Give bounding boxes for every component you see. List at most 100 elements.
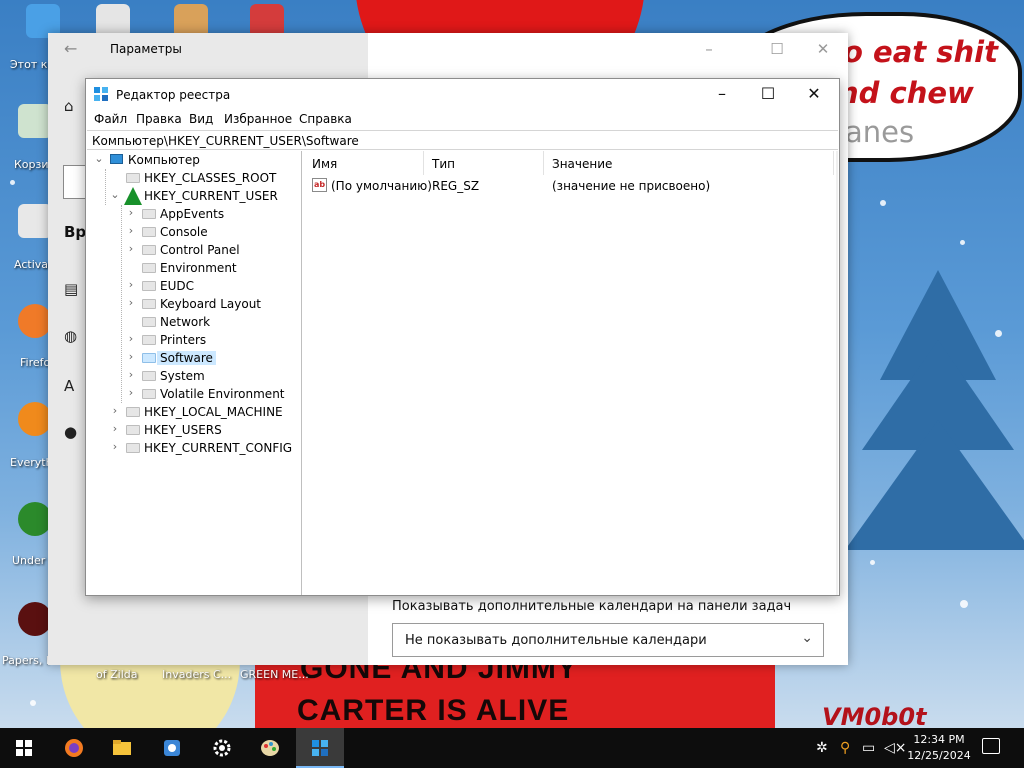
system-clock[interactable]: 12:34 PM 12/25/2024 [906,732,972,764]
desktop-icon-label[interactable]: Activa [14,258,48,271]
dropdown-selected-value: Не показывать дополнительные календари [405,633,707,648]
chevron-right-icon[interactable]: › [125,242,137,255]
tree-node-system[interactable]: › System [87,367,301,385]
chevron-right-icon[interactable]: › [125,224,137,237]
column-header-label: Значение [552,157,613,171]
maximize-button[interactable]: ☐ [754,37,800,61]
tree-node-hkey-current-user[interactable]: ⌄ HKEY_CURRENT_USER [87,187,301,205]
tree-node-hkey-current-config[interactable]: › HKEY_CURRENT_CONFIG [87,439,301,457]
chevron-right-icon[interactable]: › [109,422,121,435]
column-header-label: Имя [312,157,338,171]
language-icon[interactable]: A [64,377,74,395]
address-bar[interactable]: Компьютер\HKEY_CURRENT_USER\Software [87,130,838,150]
tree-node-keyboard-layout[interactable]: › Keyboard Layout [87,295,301,313]
taskbar-app[interactable] [148,728,196,768]
desktop-icon-label[interactable]: Everyth [10,456,53,469]
regedit-menubar: Файл Правка Вид Избранное Справка [86,109,839,129]
folder-icon [126,425,140,435]
tree-label: EUDC [160,279,194,293]
tree-node-eudc[interactable]: › EUDC [87,277,301,295]
desktop-icon-label[interactable]: Papers, P [2,654,53,667]
start-button[interactable] [0,728,48,768]
paint-icon [261,740,279,756]
search-icon[interactable]: ⚲ [840,740,850,756]
address-path: Компьютер\HKEY_CURRENT_USER\Software [92,134,359,148]
folder-icon [126,407,140,417]
taskbar-settings[interactable] [198,728,246,768]
taskbar-regedit[interactable] [296,728,344,768]
tree-node-environment[interactable]: Environment [87,259,301,277]
tree-node-hkey-classes-root[interactable]: HKEY_CLASSES_ROOT [87,169,301,187]
tree-node-control-panel[interactable]: › Control Panel [87,241,301,259]
chevron-right-icon[interactable]: › [125,332,137,345]
close-button[interactable]: ✕ [791,79,837,109]
chevron-right-icon[interactable]: › [125,206,137,219]
chevron-right-icon[interactable]: › [125,368,137,381]
folder-icon [142,209,156,219]
registry-value-row[interactable]: ab (По умолчанию) REG_SZ (значение не пр… [304,177,838,195]
additional-calendars-label: Показывать дополнительные календари на п… [392,599,792,614]
taskbar-paint[interactable] [246,728,294,768]
notifications-icon[interactable] [982,738,1000,754]
tree-node-software[interactable]: › Software [87,349,301,367]
tree-node-computer[interactable]: ⌄ Компьютер [87,151,301,169]
menu-favorites[interactable]: Избранное [224,112,292,126]
menu-view[interactable]: Вид [189,112,213,126]
string-value-icon: ab [312,178,327,192]
globe-icon[interactable]: ◍ [64,327,77,345]
folder-icon [142,299,156,309]
menu-help[interactable]: Справка [299,112,352,126]
chevron-down-icon[interactable]: ⌄ [93,152,105,165]
network-icon[interactable]: ▭ [862,740,875,756]
column-header-type[interactable]: Тип [424,151,544,175]
chevron-right-icon[interactable]: › [109,440,121,453]
taskbar: ✲ ⚲ ▭ ◁× 12:34 PM 12/25/2024 [0,728,1024,768]
tree-label: Компьютер [128,153,200,167]
registry-editor-window: Редактор реестра – ☐ ✕ Файл Правка Вид И… [85,78,840,596]
tree-label: Volatile Environment [160,387,285,401]
regedit-title: Редактор реестра [116,88,231,102]
calendar-icon[interactable]: ▤ [64,280,78,298]
home-icon[interactable]: ⌂ [64,97,74,115]
chevron-right-icon[interactable]: › [125,278,137,291]
tree-node-hkey-users[interactable]: › HKEY_USERS [87,421,301,439]
value-data: (значение не присвоено) [552,179,711,193]
column-header-value[interactable]: Значение [544,151,834,175]
tree-node-hkey-local-machine[interactable]: › HKEY_LOCAL_MACHINE [87,403,301,421]
minimize-button[interactable]: – [686,37,732,61]
menu-file[interactable]: Файл [94,112,127,126]
chevron-down-icon[interactable]: ⌄ [109,188,121,201]
value-name: (По умолчанию) [331,179,432,193]
chevron-right-icon[interactable]: › [125,296,137,309]
desktop-icon-label[interactable]: of Zilda [96,668,137,681]
microphone-icon[interactable]: ● [64,423,77,441]
vertical-scrollbar[interactable] [836,151,838,595]
tray-app-icon[interactable]: ✲ [816,740,828,756]
tree-node-volatile-environment[interactable]: › Volatile Environment [87,385,301,403]
chevron-right-icon[interactable]: › [109,404,121,417]
chevron-right-icon[interactable]: › [125,350,137,363]
folder-icon [142,263,156,273]
tree-node-printers[interactable]: › Printers [87,331,301,349]
desktop-icon-label[interactable]: GREEN ME... [240,668,309,681]
close-button[interactable]: ✕ [800,37,846,61]
tree-node-network[interactable]: Network [87,313,301,331]
desktop-icon-label[interactable]: Invaders C... [162,668,231,681]
minimize-button[interactable]: – [699,79,745,109]
maximize-button[interactable]: ☐ [745,79,791,109]
column-header-name[interactable]: Имя [304,151,424,175]
menu-edit[interactable]: Правка [136,112,182,126]
tree-node-console[interactable]: › Console [87,223,301,241]
additional-calendars-dropdown[interactable]: Не показывать дополнительные календари ⌄ [392,623,824,657]
tree-label: Keyboard Layout [160,297,262,311]
desktop-icon-label[interactable]: Under [12,554,45,567]
back-arrow-icon[interactable]: ← [64,39,77,58]
chevron-right-icon[interactable]: › [125,386,137,399]
volume-muted-icon[interactable]: ◁× [884,740,907,756]
tree-label: HKEY_CLASSES_ROOT [144,171,277,185]
taskbar-firefox[interactable] [50,728,98,768]
chevron-down-icon: ⌄ [801,630,813,646]
tree-node-appevents[interactable]: › AppEvents [87,205,301,223]
taskbar-file-explorer[interactable] [98,728,146,768]
regedit-titlebar: Редактор реестра – ☐ ✕ [86,79,839,109]
